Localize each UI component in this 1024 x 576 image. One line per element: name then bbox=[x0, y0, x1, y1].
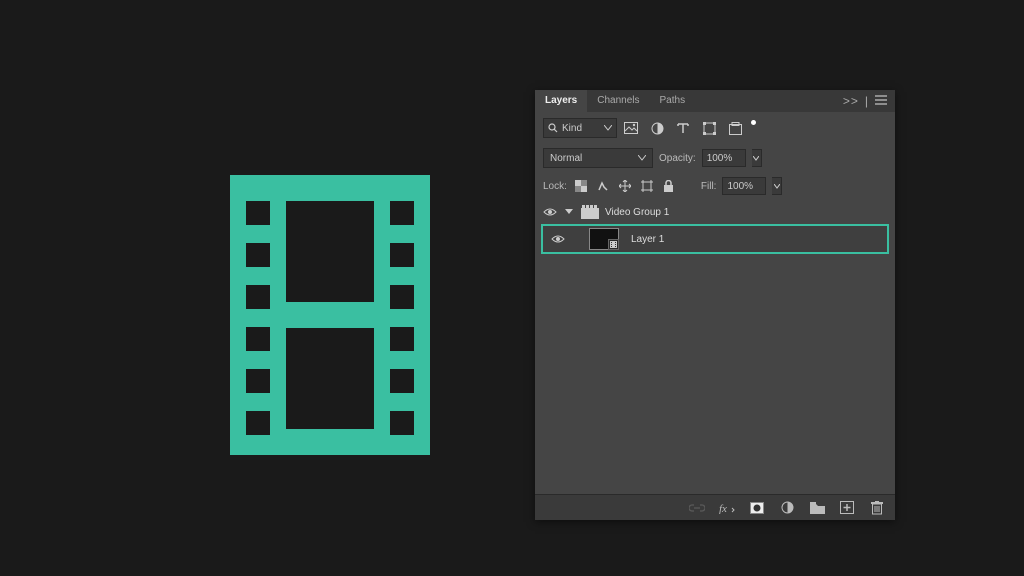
divider: | bbox=[865, 94, 869, 108]
lock-all-icon[interactable] bbox=[661, 178, 677, 194]
lock-position-icon[interactable] bbox=[617, 178, 633, 194]
new-group-icon[interactable] bbox=[809, 500, 825, 516]
layers-list: Video Group 1 Layer 1 bbox=[535, 200, 895, 494]
tab-layers[interactable]: Layers bbox=[535, 90, 587, 112]
layer-style-icon[interactable]: fx bbox=[719, 500, 735, 516]
opacity-label: Opacity: bbox=[659, 153, 696, 164]
visibility-eye-icon[interactable] bbox=[543, 207, 557, 217]
chevron-down-icon bbox=[638, 153, 646, 164]
chevron-down-icon bbox=[604, 123, 612, 134]
panel-menu-icon[interactable] bbox=[875, 94, 887, 108]
collapse-icon[interactable]: >> bbox=[843, 94, 859, 108]
lock-artboard-icon[interactable] bbox=[639, 178, 655, 194]
layer-mask-icon[interactable] bbox=[749, 500, 765, 516]
film-strip-icon bbox=[230, 175, 430, 458]
lock-image-icon[interactable] bbox=[595, 178, 611, 194]
fill-input[interactable]: 100% bbox=[722, 177, 766, 195]
visibility-eye-icon[interactable] bbox=[551, 234, 565, 244]
filter-type-icon[interactable] bbox=[675, 120, 691, 136]
filter-smartobject-icon[interactable] bbox=[727, 120, 743, 136]
svg-text:fx: fx bbox=[719, 503, 727, 514]
delete-layer-icon[interactable] bbox=[869, 500, 885, 516]
fill-dropdown-icon[interactable] bbox=[772, 177, 782, 195]
opacity-input[interactable]: 100% bbox=[702, 149, 746, 167]
group-name-label: Video Group 1 bbox=[605, 207, 669, 218]
filter-shape-icon[interactable] bbox=[701, 120, 717, 136]
filter-kind-select[interactable]: Kind bbox=[543, 118, 617, 138]
filter-kind-label: Kind bbox=[562, 123, 582, 134]
panel-tabs: Layers Channels Paths >> | bbox=[535, 90, 895, 112]
blend-mode-select[interactable]: Normal bbox=[543, 148, 653, 168]
filter-row: Kind bbox=[535, 112, 895, 144]
lock-label: Lock: bbox=[543, 181, 567, 192]
opacity-dropdown-icon[interactable] bbox=[752, 149, 762, 167]
video-group-icon bbox=[581, 204, 599, 220]
layer-row-selected[interactable]: Layer 1 bbox=[541, 224, 889, 254]
filter-toggle-dot[interactable] bbox=[751, 120, 756, 125]
blend-row: Normal Opacity: 100% bbox=[535, 144, 895, 172]
layer-thumbnail[interactable] bbox=[589, 228, 619, 250]
link-layers-icon[interactable] bbox=[689, 500, 705, 516]
filter-adjustment-icon[interactable] bbox=[649, 120, 665, 136]
layers-panel: Layers Channels Paths >> | Kind bbox=[535, 90, 895, 520]
layer-group-row[interactable]: Video Group 1 bbox=[535, 200, 895, 224]
tab-paths[interactable]: Paths bbox=[650, 90, 696, 112]
blend-mode-value: Normal bbox=[550, 153, 582, 164]
video-badge-icon bbox=[608, 239, 619, 250]
lock-transparency-icon[interactable] bbox=[573, 178, 589, 194]
layer-name-label: Layer 1 bbox=[631, 234, 664, 245]
lock-row: Lock: Fill: 100% bbox=[535, 172, 895, 200]
panel-footer: fx bbox=[535, 494, 895, 520]
expand-twisty-icon[interactable] bbox=[565, 206, 575, 218]
new-layer-icon[interactable] bbox=[839, 500, 855, 516]
filter-pixel-icon[interactable] bbox=[623, 120, 639, 136]
tab-channels[interactable]: Channels bbox=[587, 90, 649, 112]
fill-label: Fill: bbox=[701, 181, 717, 192]
adjustment-layer-icon[interactable] bbox=[779, 500, 795, 516]
